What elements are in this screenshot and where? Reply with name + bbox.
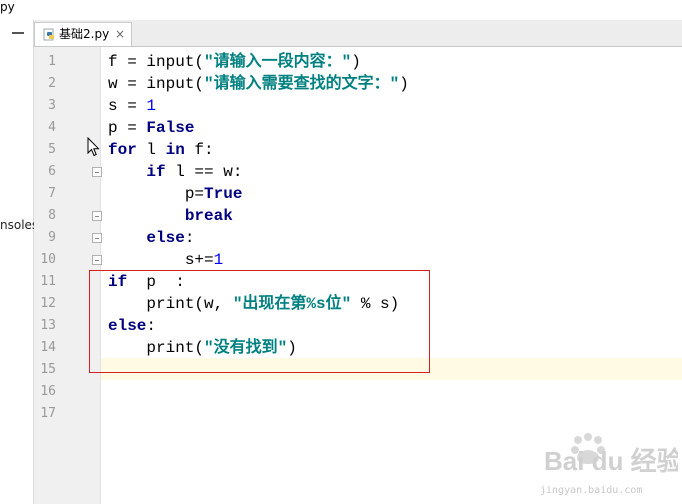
code-token: l [136, 141, 166, 159]
code-token: f = input( [108, 53, 205, 71]
keyword: True [204, 185, 243, 203]
line-number: 1 [48, 54, 56, 69]
mouse-cursor-icon [87, 137, 100, 157]
code-line[interactable]: s = 1 [108, 95, 156, 117]
close-icon[interactable]: × [115, 27, 125, 41]
line-number: 4 [48, 120, 56, 135]
collapse-icon[interactable] [12, 32, 24, 34]
tab-file[interactable]: 基础2.py × [34, 22, 132, 46]
string-literal: "请输入一段内容：" [204, 53, 352, 71]
line-number: 16 [40, 384, 56, 399]
code-line[interactable]: break [108, 205, 233, 227]
code-line[interactable]: if l == w: [108, 161, 242, 183]
number-literal: 1 [146, 97, 157, 115]
fold-marker-icon[interactable] [92, 255, 102, 265]
line-number: 3 [48, 98, 56, 113]
highlight-annotation-box [89, 270, 430, 373]
code-token: l == w: [165, 163, 243, 181]
fold-marker-icon[interactable] [92, 167, 102, 177]
code-token: s = [108, 97, 147, 115]
keyword: for [108, 141, 137, 159]
code-line[interactable]: else: [108, 227, 194, 249]
line-number: 12 [40, 296, 56, 311]
code-token: p = [108, 119, 147, 137]
keyword: break [184, 207, 233, 225]
code-line[interactable]: p=True [108, 183, 243, 205]
line-number: 11 [40, 274, 56, 289]
code-line[interactable]: for l in f: [108, 139, 214, 161]
code-token: p= [108, 185, 205, 203]
watermark-url: jingyan.baidu.com [540, 485, 643, 496]
watermark-brand: Bai du 经验 [544, 446, 678, 476]
code-token: ) [351, 53, 361, 71]
line-number: 2 [48, 76, 56, 91]
code-line[interactable]: s+=1 [108, 249, 223, 271]
line-number: 10 [40, 252, 56, 267]
fold-marker-icon[interactable] [92, 233, 102, 243]
line-number: 6 [48, 164, 56, 179]
line-number: 15 [40, 362, 56, 377]
window-top-strip: py [0, 0, 682, 20]
line-number: 8 [48, 208, 56, 223]
window-title-fragment: py [0, 0, 15, 14]
keyword: in [165, 141, 185, 159]
project-tool-pane: nsoles [0, 20, 38, 504]
code-line[interactable]: w = input("请输入需要查找的文字：") [108, 73, 409, 95]
code-line[interactable]: p = False [108, 117, 194, 139]
consoles-label[interactable]: nsoles [0, 218, 38, 232]
tab-label: 基础2.py [59, 27, 110, 41]
line-number: 9 [48, 230, 56, 245]
string-literal: "请输入需要查找的文字：" [204, 75, 400, 93]
code-token: f: [184, 141, 214, 159]
number-literal: 1 [213, 251, 224, 269]
code-token: ) [399, 75, 409, 93]
editor-tab-bar: 基础2.py × [34, 20, 682, 47]
code-line[interactable]: f = input("请输入一段内容：") [108, 51, 361, 73]
line-number: 14 [40, 340, 56, 355]
line-number: 7 [48, 186, 56, 201]
fold-marker-icon[interactable] [92, 211, 102, 221]
line-number: 17 [40, 406, 56, 421]
keyword: if [146, 163, 166, 181]
python-file-icon [43, 28, 54, 41]
keyword: False [146, 119, 195, 137]
keyword: else [146, 229, 185, 247]
code-token: s+= [108, 251, 214, 269]
line-number: 5 [48, 142, 56, 157]
code-token: : [184, 229, 195, 247]
code-token: w = input( [108, 75, 205, 93]
line-number: 13 [40, 318, 56, 333]
